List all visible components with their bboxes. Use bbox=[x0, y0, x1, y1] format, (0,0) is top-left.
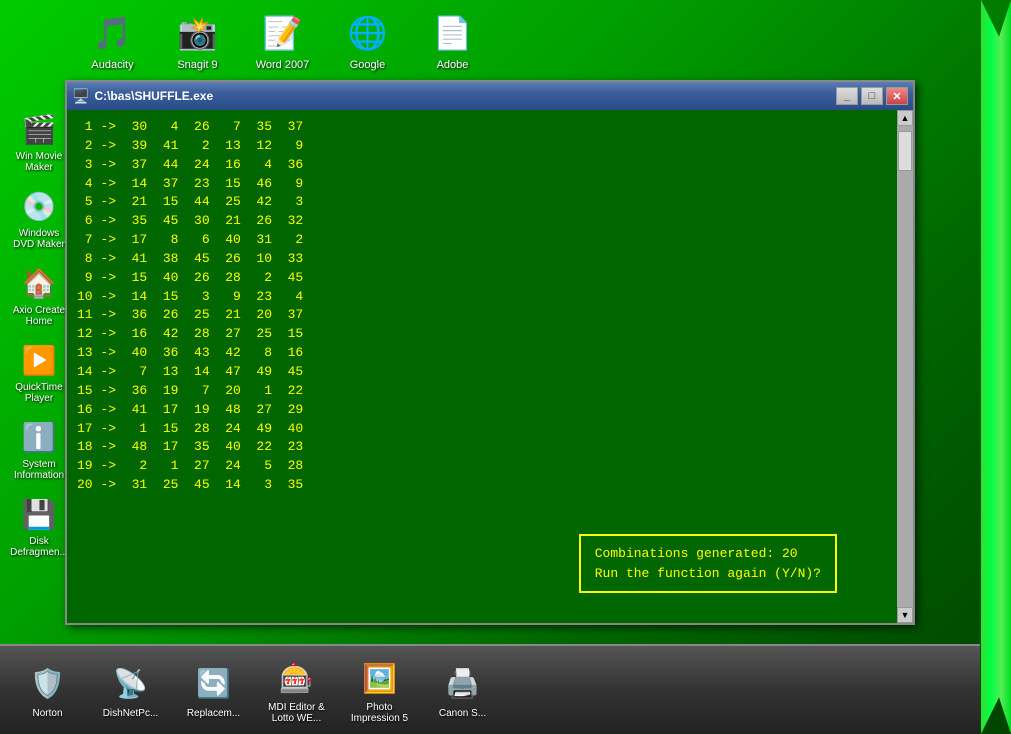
axio-icon: 🏠 bbox=[19, 263, 59, 303]
close-button[interactable]: ✕ bbox=[886, 87, 908, 105]
console-lines-container: 1 -> 30 4 26 7 35 37 2 -> 39 41 2 13 12 … bbox=[77, 118, 887, 495]
desktop-icon-google[interactable]: 🌐 Google bbox=[330, 5, 405, 75]
dvdmaker-icon: 💿 bbox=[19, 186, 59, 226]
diskdefrag-icon: 💾 bbox=[19, 494, 59, 534]
scroll-down-arrow[interactable]: ▼ bbox=[897, 607, 913, 623]
console-window: 🖥️ C:\bas\SHUFFLE.exe _ □ ✕ 1 -> 30 4 26… bbox=[65, 80, 915, 625]
console-line: 7 -> 17 8 6 40 31 2 bbox=[77, 231, 887, 250]
snagit-icon: 📸 bbox=[174, 9, 222, 57]
desktop-icon-dvdmaker[interactable]: 💿 WindowsDVD Maker bbox=[5, 182, 73, 254]
norton-icon: 🛡️ bbox=[26, 662, 70, 706]
console-line: 6 -> 35 45 30 21 26 32 bbox=[77, 212, 887, 231]
console-text-area: 1 -> 30 4 26 7 35 37 2 -> 39 41 2 13 12 … bbox=[67, 110, 897, 623]
scrollbar[interactable]: ▲ ▼ bbox=[897, 110, 913, 623]
window-controls: _ □ ✕ bbox=[836, 87, 908, 105]
audacity-icon: 🎵 bbox=[89, 9, 137, 57]
canon-icon: 🖨️ bbox=[441, 662, 485, 706]
console-line: 3 -> 37 44 24 16 4 36 bbox=[77, 156, 887, 175]
scrollbar-thumb[interactable] bbox=[898, 131, 912, 171]
photo-label: PhotoImpression 5 bbox=[351, 702, 408, 724]
taskbar-icon-mdi[interactable]: 🎰 MDI Editor &Lotto WE... bbox=[259, 652, 334, 728]
photo-icon: 🖼️ bbox=[358, 656, 402, 700]
taskbar-icon-photo[interactable]: 🖼️ PhotoImpression 5 bbox=[342, 652, 417, 728]
canon-label: Canon S... bbox=[439, 708, 486, 719]
desktop-icon-diskdefrag[interactable]: 💾 DiskDefragmen... bbox=[5, 490, 73, 562]
desktop-icon-adobe[interactable]: 📄 Adobe bbox=[415, 5, 490, 75]
desktop-icon-audacity[interactable]: 🎵 Audacity bbox=[75, 5, 150, 75]
console-line: 5 -> 21 15 44 25 42 3 bbox=[77, 193, 887, 212]
top-icon-bar: 🎵 Audacity 📸 Snagit 9 📝 Word 2007 🌐 Goog… bbox=[70, 0, 495, 80]
sysinfo-label: SystemInformation bbox=[14, 459, 64, 481]
word-icon: 📝 bbox=[259, 9, 307, 57]
window-title-area: 🖥️ C:\bas\SHUFFLE.exe bbox=[72, 88, 213, 105]
taskbar-icon-canon[interactable]: 🖨️ Canon S... bbox=[425, 658, 500, 723]
adobe-icon: 📄 bbox=[429, 9, 477, 57]
window-title-text: C:\bas\SHUFFLE.exe bbox=[94, 89, 213, 103]
taskbar-icon-replacem[interactable]: 🔄 Replacem... bbox=[176, 658, 251, 723]
audacity-label: Audacity bbox=[91, 59, 133, 71]
console-line: 20 -> 31 25 45 14 3 35 bbox=[77, 476, 887, 495]
taskbar-icon-norton[interactable]: 🛡️ Norton bbox=[10, 658, 85, 723]
prompt-box: Combinations generated: 20 Run the funct… bbox=[579, 534, 837, 593]
dishnet-label: DishNetPc... bbox=[103, 708, 159, 719]
adobe-label: Adobe bbox=[437, 59, 469, 71]
desktop: 🎵 Audacity 📸 Snagit 9 📝 Word 2007 🌐 Goog… bbox=[0, 0, 1011, 734]
mdi-icon: 🎰 bbox=[275, 656, 319, 700]
console-line: 15 -> 36 19 7 20 1 22 bbox=[77, 382, 887, 401]
word-label: Word 2007 bbox=[256, 59, 310, 71]
axio-label: Axio CreateHome bbox=[13, 305, 65, 327]
replacem-label: Replacem... bbox=[187, 708, 240, 719]
console-line: 10 -> 14 15 3 9 23 4 bbox=[77, 288, 887, 307]
console-line: 14 -> 7 13 14 47 49 45 bbox=[77, 363, 887, 382]
scroll-up-arrow[interactable]: ▲ bbox=[897, 110, 913, 126]
desktop-icon-axio[interactable]: 🏠 Axio CreateHome bbox=[5, 259, 73, 331]
maximize-button[interactable]: □ bbox=[861, 87, 883, 105]
taskbar-icon-dishnet[interactable]: 📡 DishNetPc... bbox=[93, 658, 168, 723]
window-content: 1 -> 30 4 26 7 35 37 2 -> 39 41 2 13 12 … bbox=[67, 110, 913, 623]
quicktime-icon: ▶️ bbox=[19, 340, 59, 380]
winmovie-label: Win MovieMaker bbox=[16, 151, 63, 173]
taskbar: 🛡️ Norton 📡 DishNetPc... 🔄 Replacem... 🎰… bbox=[0, 644, 980, 734]
console-line: 8 -> 41 38 45 26 10 33 bbox=[77, 250, 887, 269]
console-line: 18 -> 48 17 35 40 22 23 bbox=[77, 438, 887, 457]
minimize-button[interactable]: _ bbox=[836, 87, 858, 105]
snagit-label: Snagit 9 bbox=[177, 59, 217, 71]
dishnet-icon: 📡 bbox=[109, 662, 153, 706]
google-label: Google bbox=[350, 59, 385, 71]
desktop-icon-word[interactable]: 📝 Word 2007 bbox=[245, 5, 320, 75]
console-line: 13 -> 40 36 43 42 8 16 bbox=[77, 344, 887, 363]
quicktime-label: QuickTimePlayer bbox=[15, 382, 62, 404]
dvdmaker-label: WindowsDVD Maker bbox=[13, 228, 65, 250]
sysinfo-icon: ℹ️ bbox=[19, 417, 59, 457]
console-line: 17 -> 1 15 28 24 49 40 bbox=[77, 420, 887, 439]
console-line: 19 -> 2 1 27 24 5 28 bbox=[77, 457, 887, 476]
replacem-icon: 🔄 bbox=[192, 662, 236, 706]
prompt-line1: Combinations generated: 20 bbox=[595, 544, 821, 564]
console-line: 12 -> 16 42 28 27 25 15 bbox=[77, 325, 887, 344]
winmovie-icon: 🎬 bbox=[19, 109, 59, 149]
diskdefrag-label: DiskDefragmen... bbox=[10, 536, 68, 558]
console-line: 4 -> 14 37 23 15 46 9 bbox=[77, 175, 887, 194]
desktop-icon-quicktime[interactable]: ▶️ QuickTimePlayer bbox=[5, 336, 73, 408]
mdi-label: MDI Editor &Lotto WE... bbox=[268, 702, 325, 724]
console-line: 11 -> 36 26 25 21 20 37 bbox=[77, 306, 887, 325]
console-line: 16 -> 41 17 19 48 27 29 bbox=[77, 401, 887, 420]
norton-label: Norton bbox=[32, 708, 62, 719]
window-title-icon: 🖥️ bbox=[72, 88, 89, 105]
console-line: 1 -> 30 4 26 7 35 37 bbox=[77, 118, 887, 137]
desktop-icon-snagit[interactable]: 📸 Snagit 9 bbox=[160, 5, 235, 75]
window-titlebar: 🖥️ C:\bas\SHUFFLE.exe _ □ ✕ bbox=[67, 82, 913, 110]
scrollbar-track[interactable] bbox=[897, 126, 913, 607]
google-icon: 🌐 bbox=[344, 9, 392, 57]
prompt-line2: Run the function again (Y/N)? bbox=[595, 564, 821, 584]
desktop-icon-winmovie[interactable]: 🎬 Win MovieMaker bbox=[5, 105, 73, 177]
console-line: 2 -> 39 41 2 13 12 9 bbox=[77, 137, 887, 156]
desktop-decoration bbox=[981, 0, 1011, 734]
console-line: 9 -> 15 40 26 28 2 45 bbox=[77, 269, 887, 288]
desktop-icon-sysinfo[interactable]: ℹ️ SystemInformation bbox=[5, 413, 73, 485]
